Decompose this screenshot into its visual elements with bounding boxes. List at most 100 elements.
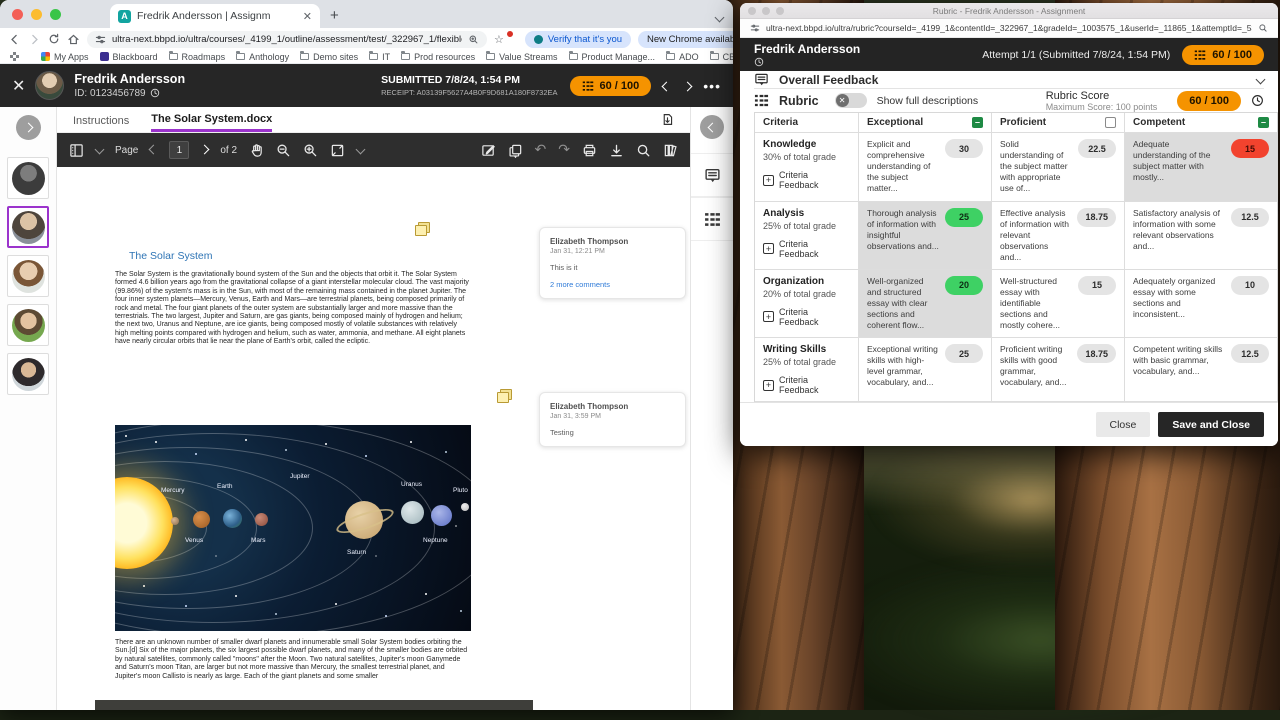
maximize-window-button[interactable] [776, 7, 784, 15]
level-cell[interactable]: Solid understanding of the subject matte… [992, 133, 1125, 200]
collapse-panel-button[interactable] [700, 115, 724, 139]
home-icon[interactable] [67, 33, 80, 46]
close-window-button[interactable] [748, 7, 756, 15]
bookmark-folder[interactable]: CBE [710, 52, 733, 62]
popup-window-controls[interactable] [748, 7, 784, 15]
popup-address-bar[interactable]: ultra-next.bbpd.io/ultra/rubric?courseId… [740, 19, 1278, 38]
undo-icon[interactable]: ↶ [535, 143, 547, 157]
bookmark-my-apps[interactable]: My Apps [41, 52, 89, 62]
tab-instructions[interactable]: Instructions [73, 109, 129, 131]
next-student-icon[interactable] [684, 77, 691, 94]
comment-marker-icon[interactable] [415, 222, 428, 234]
save-and-close-button[interactable]: Save and Close [1158, 412, 1264, 437]
score-history-icon[interactable] [1251, 94, 1264, 107]
points-pill-selected[interactable]: 15 [1231, 139, 1269, 158]
rubric-score-pill[interactable]: 60 / 100 [1177, 91, 1241, 111]
comment-card[interactable]: Elizabeth Thompson Jan 31, 12:21 PM This… [539, 227, 686, 299]
expand-feedback-chevron-icon[interactable] [1256, 75, 1266, 85]
bookmark-folder[interactable]: Prod resources [401, 52, 475, 62]
site-settings-icon[interactable] [750, 23, 760, 33]
forward-icon[interactable] [28, 33, 41, 46]
criteria-feedback-button[interactable]: +Criteria Feedback [763, 170, 850, 190]
criteria-feedback-button[interactable]: +Criteria Feedback [763, 239, 850, 259]
level-cell-selected[interactable]: Well-organized and structured essay with… [859, 270, 992, 337]
overall-feedback-section[interactable]: Overall Feedback [754, 71, 1264, 89]
student-tile-5[interactable] [7, 353, 49, 395]
close-tab-icon[interactable]: ✕ [303, 10, 312, 23]
close-grading-icon[interactable]: ✕ [12, 76, 25, 96]
bookmark-folder[interactable]: Roadmaps [169, 52, 226, 62]
print-icon[interactable] [582, 143, 597, 158]
browser-tab[interactable]: A Fredrik Andersson | Assignm ✕ [110, 4, 320, 28]
close-window-button[interactable] [12, 9, 23, 20]
column-checkbox-indeterminate[interactable]: – [972, 117, 983, 128]
level-cell[interactable]: Effective analysis of information with r… [992, 202, 1125, 269]
previous-page-icon[interactable] [150, 144, 157, 156]
pan-tool-icon[interactable] [249, 143, 264, 158]
points-pill[interactable]: 18.75 [1077, 208, 1116, 227]
points-pill[interactable]: 30 [945, 139, 983, 158]
level-cell[interactable]: Explicit and comprehensive understanding… [859, 133, 992, 200]
bookmark-folder[interactable]: Anthology [236, 52, 289, 62]
bookmark-folder[interactable]: ADO [666, 52, 699, 62]
points-pill[interactable]: 12.5 [1231, 208, 1269, 227]
more-options-icon[interactable]: ••• [703, 78, 721, 94]
more-comments-link[interactable]: 2 more comments [550, 280, 675, 289]
add-feedback-icon[interactable]: + [763, 243, 774, 254]
grade-pill[interactable]: 60 / 100 [1182, 45, 1264, 65]
window-controls[interactable] [12, 9, 61, 20]
column-checkbox-empty[interactable] [1105, 117, 1116, 128]
history-clock-icon[interactable] [754, 57, 860, 67]
back-icon[interactable] [8, 33, 21, 46]
copy-content-icon[interactable] [508, 143, 523, 158]
reload-icon[interactable] [48, 33, 60, 45]
add-feedback-icon[interactable]: + [763, 311, 774, 322]
points-pill[interactable]: 10 [1231, 276, 1269, 295]
points-pill[interactable]: 15 [1078, 276, 1116, 295]
criteria-feedback-button[interactable]: +Criteria Feedback [763, 375, 850, 395]
points-pill[interactable]: 22.5 [1078, 139, 1116, 158]
student-tile-2-selected[interactable] [7, 206, 49, 248]
download-icon[interactable] [609, 143, 624, 158]
level-cell-selected[interactable]: Adequate understanding of the subject ma… [1125, 133, 1277, 200]
add-feedback-icon[interactable]: + [763, 380, 774, 391]
show-descriptions-toggle[interactable]: ✕ [835, 93, 867, 108]
zoom-in-icon[interactable] [303, 143, 318, 158]
annotate-icon[interactable] [481, 143, 496, 158]
level-cell[interactable]: Competent writing skills with basic gram… [1125, 338, 1277, 401]
student-tile-1[interactable] [7, 157, 49, 199]
tab-search-icon[interactable] [716, 8, 723, 26]
level-cell[interactable]: Proficient writing skills with good gram… [992, 338, 1125, 401]
search-document-icon[interactable] [636, 143, 651, 158]
feedback-panel-icon[interactable] [691, 153, 734, 197]
add-feedback-icon[interactable]: + [763, 175, 774, 186]
points-pill[interactable]: 25 [945, 344, 983, 363]
new-tab-button[interactable]: + [330, 7, 339, 28]
document-viewer[interactable]: The Solar System The Solar System is the… [57, 167, 690, 710]
chrome-update-button[interactable]: New Chrome available ⋮ [638, 31, 733, 48]
library-icon[interactable] [663, 143, 678, 158]
thumbnails-panel-icon[interactable] [69, 143, 84, 158]
bookmark-folder[interactable]: IT [369, 52, 390, 62]
bookmark-star-icon[interactable]: ☆ [494, 33, 504, 46]
bookmark-folder[interactable]: Value Streams [486, 52, 557, 62]
maximize-window-button[interactable] [50, 9, 61, 20]
level-cell[interactable]: Exceptional writing skills with high-lev… [859, 338, 992, 401]
level-cell-selected[interactable]: Thorough analysis of information with in… [859, 202, 992, 269]
zoom-page-icon[interactable] [1258, 23, 1268, 33]
student-tile-3[interactable] [7, 255, 49, 297]
close-button[interactable]: Close [1096, 412, 1151, 437]
comment-card[interactable]: Elizabeth Thompson Jan 31, 3:59 PM Testi… [539, 392, 686, 447]
fit-chevron-icon[interactable] [357, 144, 364, 156]
site-settings-icon[interactable] [95, 34, 106, 45]
grade-pill[interactable]: 60 / 100 [570, 76, 652, 96]
minimize-window-button[interactable] [762, 7, 770, 15]
minimize-window-button[interactable] [31, 9, 42, 20]
level-cell[interactable]: Well-structured essay with identifiable … [992, 270, 1125, 337]
download-file-icon[interactable] [661, 113, 674, 126]
bookmark-folder[interactable]: Demo sites [300, 52, 358, 62]
verify-identity-button[interactable]: Verify that it's you [525, 31, 631, 48]
expand-roster-button[interactable] [16, 115, 41, 140]
points-pill-selected[interactable]: 25 [945, 208, 983, 227]
zoom-out-icon[interactable] [276, 143, 291, 158]
